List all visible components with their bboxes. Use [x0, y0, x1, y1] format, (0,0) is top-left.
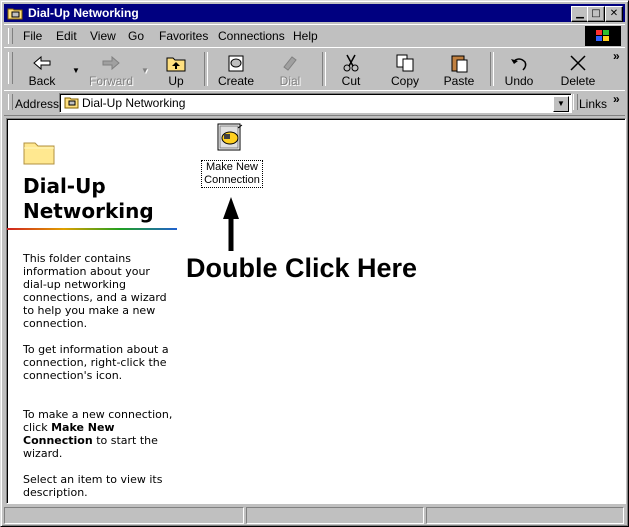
description-intro: This folder contains information about y… [23, 252, 167, 330]
links-grip[interactable] [573, 94, 578, 110]
address-label: Address [15, 97, 60, 111]
menu-file[interactable]: File [23, 29, 42, 43]
status-panel [246, 507, 424, 524]
delete-x-icon [570, 55, 586, 71]
create-connection-icon [228, 55, 244, 72]
toolbar-separator [322, 52, 326, 86]
folder-heading: Dial-Up Networking [23, 174, 154, 223]
toolbar-separator [490, 52, 494, 86]
menu-favorites[interactable]: Favorites [159, 29, 208, 43]
menu-help[interactable]: Help [293, 29, 318, 43]
folder-view: Dial-Up Networking This folder contains … [6, 118, 626, 504]
phone-icon [283, 56, 297, 71]
forward-button[interactable]: Forward [84, 50, 138, 88]
folder-icon [23, 142, 55, 165]
back-arrow-icon [33, 55, 51, 71]
menu-grip[interactable] [8, 28, 13, 44]
status-panel [426, 507, 624, 524]
windows-logo-icon [585, 26, 621, 46]
dial-button[interactable]: Dial [266, 50, 314, 88]
address-dropdown-button[interactable]: ▼ [553, 96, 569, 112]
heading-divider [7, 228, 177, 230]
window: Dial-Up Networking ▁ □ ✕ File Edit View … [0, 0, 629, 527]
copy-icon [396, 54, 414, 72]
up-folder-icon [166, 57, 186, 72]
cut-button[interactable]: Cut [328, 50, 374, 88]
toolbar-grip[interactable] [8, 52, 13, 84]
window-title: Dial-Up Networking [28, 6, 139, 20]
address-grip[interactable] [8, 94, 13, 110]
make-new-connection-label[interactable]: Make New Connection [201, 160, 263, 188]
toolbar-more-chevron[interactable]: » [613, 49, 620, 63]
up-button[interactable]: Up [154, 50, 198, 88]
title-bar[interactable]: Dial-Up Networking ▁ □ ✕ [4, 4, 625, 22]
status-panel [4, 507, 244, 524]
menu-edit[interactable]: Edit [56, 29, 77, 43]
toolbar: Back ▼ Forward ▼ Up Create Dial Cut Copy… [4, 47, 625, 91]
paste-button[interactable]: Paste [435, 50, 483, 88]
back-dropdown-icon[interactable]: ▼ [72, 66, 80, 75]
copy-button[interactable]: Copy [381, 50, 429, 88]
toolbar-separator [204, 52, 208, 86]
back-button[interactable]: Back [18, 50, 66, 88]
dialup-folder-icon [7, 8, 23, 20]
address-value: Dial-Up Networking [82, 96, 186, 110]
make-new-connection-icon[interactable] [216, 122, 244, 152]
description-make-new: To make a new connection, click Make New… [23, 408, 173, 460]
menu-view[interactable]: View [90, 29, 116, 43]
description-select: Select an item to view its description. [23, 473, 163, 499]
paste-icon [451, 55, 468, 73]
dialup-folder-icon [64, 97, 79, 109]
undo-button[interactable]: Undo [496, 50, 542, 88]
forward-dropdown-icon[interactable]: ▼ [141, 66, 149, 75]
links-button[interactable]: Links [579, 97, 607, 111]
maximize-button[interactable]: □ [587, 6, 605, 22]
address-field[interactable]: Dial-Up Networking ▼ [59, 93, 572, 113]
scissors-icon [343, 54, 359, 72]
menu-bar: File Edit View Go Favorites Connections … [4, 24, 625, 48]
forward-arrow-icon [102, 55, 120, 71]
links-more-chevron[interactable]: » [613, 92, 620, 106]
status-bar [4, 505, 625, 524]
delete-button[interactable]: Delete [553, 50, 603, 88]
close-button[interactable]: ✕ [605, 6, 623, 22]
create-button[interactable]: Create [212, 50, 260, 88]
menu-connections[interactable]: Connections [218, 29, 285, 43]
description-info: To get information about a connection, r… [23, 343, 169, 382]
menu-go[interactable]: Go [128, 29, 144, 43]
address-bar: Address Dial-Up Networking ▼ Links » [4, 90, 625, 116]
arrow-up-icon [223, 197, 239, 251]
annotation-text: Double Click Here [186, 253, 418, 283]
undo-icon [511, 58, 527, 71]
